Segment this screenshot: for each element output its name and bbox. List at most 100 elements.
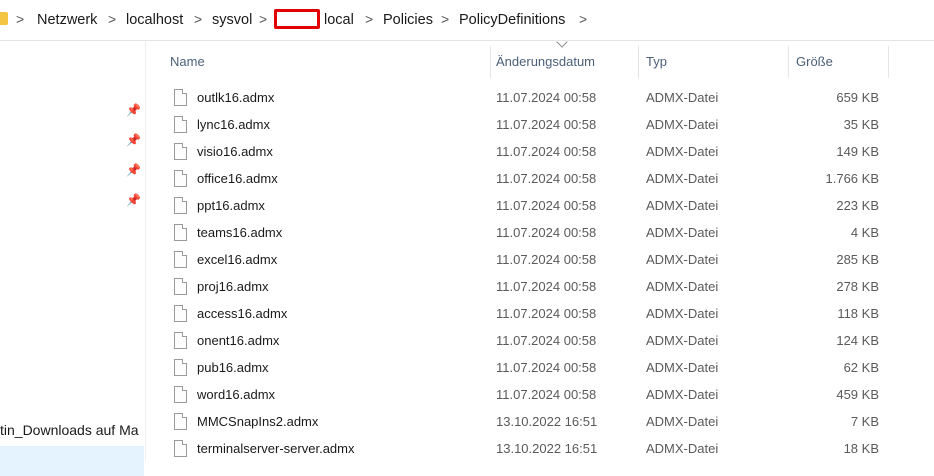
folder-icon	[0, 12, 8, 25]
file-date: 11.07.2024 00:58	[496, 171, 597, 186]
file-size: 149 KB	[836, 144, 879, 159]
column-header-date[interactable]: Änderungsdatum	[496, 54, 595, 69]
file-type: ADMX-Datei	[646, 441, 719, 456]
file-type: ADMX-Datei	[646, 306, 719, 321]
file-icon	[174, 332, 187, 349]
table-row[interactable]: MMCSnapIns2.admx 13.10.2022 16:51 ADMX-D…	[160, 410, 890, 437]
file-size: 1.766 KB	[825, 171, 880, 186]
breadcrumb-sysvol[interactable]: sysvol	[212, 12, 252, 28]
table-row[interactable]: excel16.admx 11.07.2024 00:58 ADMX-Datei…	[160, 248, 890, 275]
table-row[interactable]: onent16.admx 11.07.2024 00:58 ADMX-Datei…	[160, 329, 890, 356]
file-size: 7 KB	[850, 414, 879, 429]
file-name: terminalserver-server.admx	[197, 441, 355, 456]
file-icon	[174, 278, 187, 295]
file-name: office16.admx	[197, 171, 278, 186]
file-type: ADMX-Datei	[646, 360, 719, 375]
table-row[interactable]: pub16.admx 11.07.2024 00:58 ADMX-Datei 6…	[160, 356, 890, 383]
column-divider[interactable]	[638, 46, 639, 78]
file-icon	[174, 116, 187, 133]
chevron-right-icon[interactable]: >	[16, 11, 24, 27]
file-date: 11.07.2024 00:58	[496, 198, 597, 213]
file-size: 18 KB	[843, 441, 879, 456]
file-name: word16.admx	[197, 387, 276, 402]
column-divider[interactable]	[490, 46, 491, 78]
chevron-right-icon[interactable]: >	[259, 11, 267, 27]
file-name: MMCSnapIns2.admx	[197, 414, 319, 429]
file-date: 11.07.2024 00:58	[496, 117, 597, 132]
nav-item-selected[interactable]	[0, 446, 144, 476]
file-type: ADMX-Datei	[646, 225, 719, 240]
column-divider[interactable]	[788, 46, 789, 78]
address-bar[interactable]: > Netzwerk > localhost > sysvol > local …	[0, 0, 934, 41]
file-name: onent16.admx	[197, 333, 280, 348]
file-icon	[174, 170, 187, 187]
pin-icon[interactable]: 📌	[126, 163, 141, 177]
file-type: ADMX-Datei	[646, 414, 719, 429]
chevron-right-icon[interactable]: >	[441, 11, 449, 27]
file-size: 285 KB	[836, 252, 879, 267]
chevron-right-icon[interactable]: >	[108, 11, 116, 27]
table-row[interactable]: word16.admx 11.07.2024 00:58 ADMX-Datei …	[160, 383, 890, 410]
file-icon	[174, 386, 187, 403]
file-date: 11.07.2024 00:58	[496, 90, 597, 105]
file-size: 124 KB	[836, 333, 879, 348]
file-size: 62 KB	[843, 360, 879, 375]
pin-icon[interactable]: 📌	[126, 193, 141, 207]
file-date: 11.07.2024 00:58	[496, 144, 597, 159]
file-size: 659 KB	[836, 90, 879, 105]
file-name: excel16.admx	[197, 252, 278, 267]
table-row[interactable]: teams16.admx 11.07.2024 00:58 ADMX-Datei…	[160, 221, 890, 248]
file-name: teams16.admx	[197, 225, 283, 240]
breadcrumb-localhost[interactable]: localhost	[126, 12, 183, 28]
table-row[interactable]: visio16.admx 11.07.2024 00:58 ADMX-Datei…	[160, 140, 890, 167]
file-date: 11.07.2024 00:58	[496, 306, 597, 321]
breadcrumb-domain[interactable]: local	[324, 12, 354, 28]
file-date: 11.07.2024 00:58	[496, 333, 597, 348]
file-date: 13.10.2022 16:51	[496, 441, 598, 456]
table-row[interactable]: outlk16.admx 11.07.2024 00:58 ADMX-Datei…	[160, 86, 890, 113]
chevron-right-icon[interactable]: >	[365, 11, 373, 27]
file-name: lync16.admx	[197, 117, 270, 132]
file-icon	[174, 359, 187, 376]
navigation-pane[interactable]: 📌 📌 📌 📌 tin_Downloads auf Ma	[0, 41, 146, 476]
file-date: 11.07.2024 00:58	[496, 225, 597, 240]
file-name: pub16.admx	[197, 360, 269, 375]
column-header-type[interactable]: Typ	[646, 54, 667, 69]
table-row[interactable]: access16.admx 11.07.2024 00:58 ADMX-Date…	[160, 302, 890, 329]
column-header-size[interactable]: Größe	[796, 54, 833, 69]
column-header-name[interactable]: Name	[170, 54, 205, 69]
file-date: 11.07.2024 00:58	[496, 360, 597, 375]
file-icon	[174, 251, 187, 268]
file-icon	[174, 305, 187, 322]
breadcrumb-policydefinitions[interactable]: PolicyDefinitions	[459, 12, 565, 28]
table-row[interactable]: proj16.admx 11.07.2024 00:58 ADMX-Datei …	[160, 275, 890, 302]
file-icon	[174, 89, 187, 106]
column-divider[interactable]	[888, 46, 889, 78]
table-row[interactable]: terminalserver-server.admx 13.10.2022 16…	[160, 437, 890, 464]
chevron-right-icon[interactable]: >	[579, 11, 587, 27]
file-icon	[174, 197, 187, 214]
file-size: 35 KB	[843, 117, 879, 132]
file-icon	[174, 143, 187, 160]
file-name: visio16.admx	[197, 144, 273, 159]
file-size: 118 KB	[837, 306, 879, 321]
file-size: 459 KB	[836, 387, 879, 402]
file-icon	[174, 440, 187, 457]
table-row[interactable]: lync16.admx 11.07.2024 00:58 ADMX-Datei …	[160, 113, 890, 140]
file-type: ADMX-Datei	[646, 90, 719, 105]
pin-icon[interactable]: 📌	[126, 133, 141, 147]
pin-icon[interactable]: 📌	[126, 103, 141, 117]
breadcrumb-netzwerk[interactable]: Netzwerk	[37, 12, 97, 28]
nav-item-downloads[interactable]: tin_Downloads auf Ma	[0, 422, 145, 438]
file-name: ppt16.admx	[197, 198, 265, 213]
table-row[interactable]: ppt16.admx 11.07.2024 00:58 ADMX-Datei 2…	[160, 194, 890, 221]
file-icon	[174, 413, 187, 430]
file-size: 223 KB	[836, 198, 879, 213]
breadcrumb-policies[interactable]: Policies	[383, 12, 433, 28]
table-row[interactable]: office16.admx 11.07.2024 00:58 ADMX-Date…	[160, 167, 890, 194]
file-type: ADMX-Datei	[646, 144, 719, 159]
file-date: 11.07.2024 00:58	[496, 387, 597, 402]
file-type: ADMX-Datei	[646, 387, 719, 402]
file-date: 11.07.2024 00:58	[496, 279, 597, 294]
chevron-right-icon[interactable]: >	[194, 11, 202, 27]
